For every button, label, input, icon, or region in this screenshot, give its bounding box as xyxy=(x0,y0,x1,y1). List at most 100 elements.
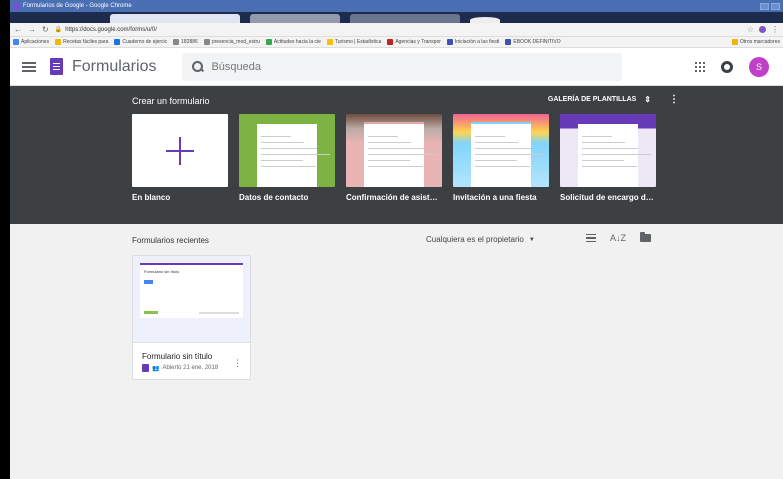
doc-line xyxy=(368,166,423,167)
doc-header xyxy=(257,122,317,131)
search-input[interactable] xyxy=(211,60,613,73)
bookmarks-bar: Aplicaciones Recetas fáciles para Cuaderno… xyxy=(10,37,783,48)
maximize-button[interactable] xyxy=(771,2,780,10)
expand-collapse-icon[interactable]: ⇕ xyxy=(644,95,651,104)
account-ring-icon[interactable] xyxy=(721,60,733,73)
template-thumbnail xyxy=(346,114,442,187)
preview-button xyxy=(144,280,153,284)
doc-line xyxy=(475,142,518,143)
minimize-button[interactable] xyxy=(760,2,769,10)
doc-line xyxy=(582,154,651,155)
browser-menu-icon[interactable]: ⋮ xyxy=(771,25,779,34)
doc-line xyxy=(582,166,637,167)
bookmark-favicon-icon xyxy=(446,39,453,45)
search-icon[interactable] xyxy=(192,61,204,72)
folder-icon[interactable] xyxy=(640,232,652,242)
bookmark-item[interactable]: Recetas fáciles para xyxy=(55,39,108,45)
bookmark-label: 182886 xyxy=(181,39,198,45)
card-more-options-icon[interactable]: ⋮ xyxy=(233,358,242,369)
template-order[interactable]: Solicitud de encargo de ... xyxy=(560,114,656,202)
forms-file-icon xyxy=(142,364,149,372)
shared-people-icon: 👥 xyxy=(152,365,160,372)
bookmark-favicon-icon xyxy=(55,39,62,45)
recent-form-card[interactable]: Formulario sin título Formulario sin tít… xyxy=(132,255,251,380)
bookmark-label: Agencias y Transpor xyxy=(395,39,441,45)
template-rsvp[interactable]: Confirmación de asisten... xyxy=(346,114,442,202)
dropdown-caret-icon: ▼ xyxy=(528,236,535,243)
more-options-icon[interactable]: ⋮ xyxy=(669,94,679,105)
plus-icon xyxy=(166,136,194,165)
template-label: En blanco xyxy=(132,193,171,202)
bookmark-item[interactable]: Turismo | Estadística xyxy=(326,39,381,45)
form-thumbnail: Formulario sin título xyxy=(133,256,250,343)
app-title[interactable]: Formularios xyxy=(72,58,156,76)
url-text: https://docs.google.com/forms/u/0/ xyxy=(65,26,157,33)
template-contact[interactable]: Datos de contacto xyxy=(239,114,335,202)
doc-line xyxy=(475,160,517,161)
bookmark-item[interactable]: EBOOK DEFINITIVO xyxy=(505,39,561,45)
title-bar: Formularios de Google - Google Chrome xyxy=(10,0,783,12)
avatar[interactable]: S xyxy=(749,56,769,77)
window-controls xyxy=(760,2,780,10)
bookmark-item[interactable]: Cuaderno de ejercic xyxy=(114,39,167,45)
bookmark-favicon-icon xyxy=(173,39,180,45)
template-gallery: Crear un formulario GALERÍA DE PLANTILLA… xyxy=(10,86,783,224)
forward-arrow-icon[interactable]: → xyxy=(28,25,36,34)
list-view-icon[interactable] xyxy=(586,233,596,243)
other-bookmarks[interactable]: Otros marcadores xyxy=(731,39,780,45)
recent-forms-section: Formularios recientes Cualquiera es el p… xyxy=(10,224,783,464)
template-thumbnail xyxy=(453,114,549,187)
window-title: Formularios de Google - Google Chrome xyxy=(23,3,132,9)
doc-line xyxy=(582,136,612,137)
bookmark-label: Iniciación a las fiesti xyxy=(454,39,500,45)
url-field[interactable]: 🔒 https://docs.google.com/forms/u/0/ xyxy=(55,26,741,34)
sort-az-icon[interactable]: A↓Z xyxy=(610,233,626,243)
back-arrow-icon[interactable]: ← xyxy=(14,25,22,34)
bookmark-label: Actitudes hacia la cie xyxy=(273,39,321,45)
reload-icon[interactable]: ↻ xyxy=(42,25,49,34)
bookmark-label: Recetas fáciles para xyxy=(63,39,109,45)
doc-line xyxy=(475,166,530,167)
new-tab-button[interactable] xyxy=(470,17,500,23)
bookmark-favicon-icon xyxy=(203,39,210,45)
bookmark-item[interactable]: Aplicaciones xyxy=(13,39,49,45)
doc-line xyxy=(475,136,505,137)
browser-tab[interactable] xyxy=(250,14,340,23)
bookmark-label: Cuaderno de ejercic xyxy=(122,39,168,45)
create-form-heading: Crear un formulario xyxy=(132,96,210,106)
browser-tab[interactable] xyxy=(350,14,460,23)
template-blank[interactable]: En blanco xyxy=(132,114,228,202)
owner-filter-dropdown[interactable]: Cualquiera es el propietario ▼ xyxy=(426,235,535,244)
bookmark-item[interactable]: 182886 xyxy=(173,39,198,45)
bookmark-star-icon[interactable]: ☆ xyxy=(747,25,754,34)
template-list: En blanco Datos de contacto Confirmación d… xyxy=(132,114,656,202)
doc-line xyxy=(368,142,411,143)
forms-logo-icon[interactable] xyxy=(50,58,63,75)
bookmark-favicon-icon xyxy=(114,39,121,45)
template-gallery-button[interactable]: GALERÍA DE PLANTILLAS xyxy=(548,96,636,103)
bookmark-item[interactable]: Iniciación a las fiesti xyxy=(446,39,500,45)
form-meta: 👥 Abierto 21 ene. 2018 xyxy=(142,364,218,372)
doc-line xyxy=(368,136,398,137)
apps-grid-icon[interactable] xyxy=(695,61,705,72)
browser-tab[interactable] xyxy=(110,14,240,23)
recent-forms-heading: Formularios recientes xyxy=(132,236,209,245)
search-box[interactable] xyxy=(182,52,623,81)
main-menu-icon[interactable] xyxy=(22,61,36,72)
bookmark-item[interactable]: Actitudes hacia la cie xyxy=(265,39,321,45)
template-thumbnail xyxy=(560,114,656,187)
template-doc-preview xyxy=(364,122,437,187)
extension-icon[interactable] xyxy=(759,26,766,33)
template-party[interactable]: Invitación a una fiesta xyxy=(453,114,549,202)
bookmark-item[interactable]: presencia_mod_estru xyxy=(203,39,260,45)
template-label: Datos de contacto xyxy=(239,193,309,202)
form-preview: Formulario sin título xyxy=(140,263,243,318)
preview-title: Formulario sin título xyxy=(144,269,180,274)
bookmark-label: Aplicaciones xyxy=(21,39,50,45)
form-name: Formulario sin título xyxy=(142,352,213,361)
bookmark-item[interactable]: Agencias y Transpor xyxy=(387,39,441,45)
doc-line xyxy=(475,154,544,155)
opened-date: Abierto 21 ene. 2018 xyxy=(162,365,219,371)
doc-line xyxy=(261,166,316,167)
doc-line xyxy=(261,148,317,149)
